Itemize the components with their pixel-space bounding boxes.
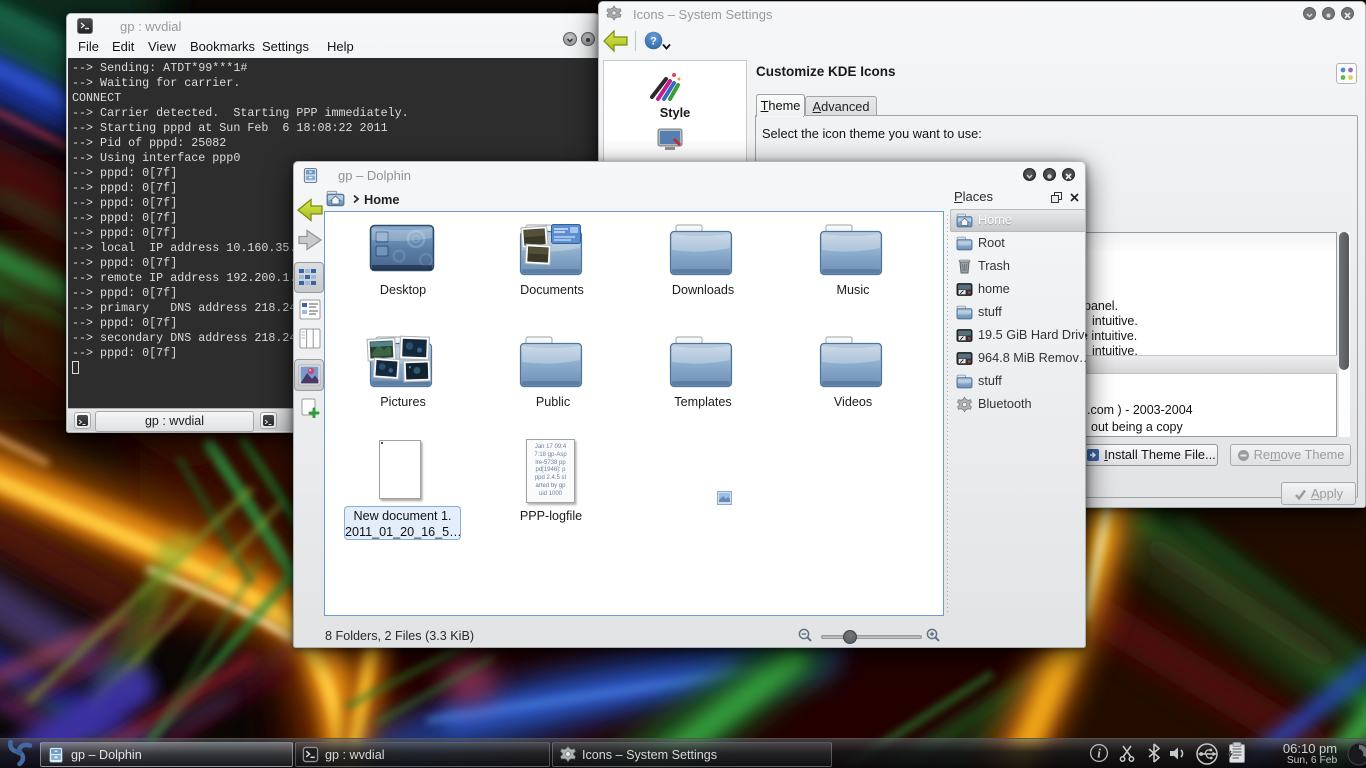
svg-text:i: i xyxy=(1097,746,1101,761)
svg-text:?: ? xyxy=(650,36,657,48)
